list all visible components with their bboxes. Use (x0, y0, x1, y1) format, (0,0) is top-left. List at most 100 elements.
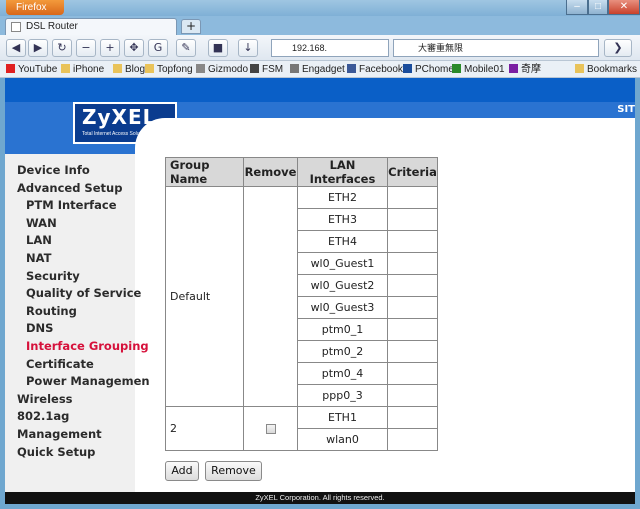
bookmark-label: Blog (125, 64, 146, 75)
bookmark-icon (61, 64, 70, 73)
remove-checkbox[interactable] (265, 424, 276, 434)
criteria-cell (387, 428, 438, 451)
back-icon[interactable]: ◀ (6, 39, 26, 57)
lan-interface-cell: wl0_Guest1 (297, 252, 388, 275)
lan-interface-cell: ptm0_4 (297, 362, 388, 385)
bookmark-icon (509, 64, 518, 73)
greasemonkey-icon[interactable]: ✎ (176, 39, 196, 57)
bookmark-label: FSM (262, 64, 284, 75)
router-page: ZyXEL Total Internet Access Solution SIT… (5, 78, 635, 504)
column-header-criteria: Criteria (387, 157, 438, 187)
more-tools-icon[interactable]: ❯ (604, 39, 632, 57)
sidebar-item-advanced-setup[interactable]: Advanced Setup (17, 181, 122, 195)
sidebar-item-interface-grouping[interactable]: Interface Grouping (26, 339, 149, 353)
footer-copyright: ZyXEL Corporation. All rights reserved. (5, 492, 635, 504)
lan-interface-cell: ETH3 (297, 208, 388, 231)
criteria-cell (387, 230, 438, 253)
bookmark-icon (113, 64, 122, 73)
remove-button[interactable]: Remove (205, 461, 262, 481)
addon-icon[interactable]: G (148, 39, 168, 57)
bookmark-item[interactable]: Facebook (347, 63, 403, 76)
bookmark-icon (6, 64, 15, 73)
lan-interface-cell: ETH2 (297, 186, 388, 209)
table-header-row: Group Name Remove LAN Interfaces Criteri… (165, 157, 438, 187)
bookmark-item[interactable]: PChome (403, 63, 454, 76)
new-tab-button[interactable]: + (181, 19, 201, 34)
lan-interface-cell: ptm0_2 (297, 340, 388, 363)
sidebar-item-ptm-interface[interactable]: PTM Interface (26, 198, 117, 212)
forward-icon[interactable]: ▶ (28, 39, 48, 57)
bookmark-icon (290, 64, 299, 73)
bookmark-item[interactable]: Bookmarks (575, 63, 637, 76)
search-input[interactable]: 大審重無限 (393, 39, 599, 57)
home-icon[interactable]: ✥ (124, 39, 144, 57)
bookmark-item[interactable]: Blog (113, 63, 145, 76)
lan-interface-cell: ETH1 (297, 406, 388, 429)
lan-interface-cell: ptm0_1 (297, 318, 388, 341)
reload-icon[interactable]: ↻ (52, 39, 72, 57)
minimize-button[interactable]: – (566, 0, 588, 15)
sidebar-item-wireless[interactable]: Wireless (17, 392, 73, 406)
lan-interface-cell: wl0_Guest3 (297, 296, 388, 319)
criteria-cell (387, 186, 438, 209)
bookmark-item[interactable]: Mobile01 (452, 63, 505, 76)
zoom-in-icon[interactable]: + (100, 39, 120, 57)
add-button[interactable]: Add (165, 461, 199, 481)
table-row: Default ETH2 (165, 186, 438, 407)
sidebar-item-wan[interactable]: WAN (26, 216, 57, 230)
bookmark-label: Bookmarks (587, 64, 638, 75)
close-button[interactable]: ✕ (608, 0, 640, 15)
sidebar-item-802-1ag[interactable]: 802.1ag (17, 409, 69, 423)
window-titlebar: Firefox – □ ✕ (0, 0, 640, 16)
remove-cell (243, 186, 298, 407)
sidebar-item-power-managemen[interactable]: Power Managemen (26, 374, 150, 388)
bookmark-item[interactable]: Topfong (145, 63, 193, 76)
criteria-cell (387, 296, 438, 319)
sidebar-item-management[interactable]: Management (17, 427, 102, 441)
firefox-menu-button[interactable]: Firefox (6, 0, 64, 15)
page-icon (11, 22, 21, 32)
bookmark-label: iPhone (73, 64, 105, 75)
criteria-cell (387, 274, 438, 297)
toolbar-icon[interactable]: ■ (208, 39, 228, 57)
bookmark-icon (403, 64, 412, 73)
url-input[interactable]: 192.168. (271, 39, 389, 57)
bookmark-label: Engadget (302, 64, 345, 75)
site-map-link[interactable]: SIT (617, 104, 635, 115)
column-header-remove: Remove (243, 157, 298, 187)
interface-grouping-table: Group Name Remove LAN Interfaces Criteri… (165, 157, 438, 451)
sidebar-item-quick-setup[interactable]: Quick Setup (17, 445, 95, 459)
bookmark-icon (145, 64, 154, 73)
download-icon[interactable]: ↓ (238, 39, 258, 57)
remove-cell (243, 406, 298, 451)
header-band (5, 78, 635, 102)
lan-interface-cell: wlan0 (297, 428, 388, 451)
bookmark-icon (196, 64, 205, 73)
sidebar-item-certificate[interactable]: Certificate (26, 357, 94, 371)
criteria-cell (387, 208, 438, 231)
sidebar-item-quality-of-service[interactable]: Quality of Service (26, 286, 141, 300)
bookmark-label: 奇摩 (521, 64, 541, 75)
bookmark-label: Gizmodo (208, 64, 249, 75)
bookmark-item[interactable]: iPhone (61, 63, 104, 76)
sidebar-item-lan[interactable]: LAN (26, 233, 52, 247)
bookmark-item[interactable]: YouTube (6, 63, 57, 76)
bookmark-item[interactable]: Engadget (290, 63, 345, 76)
bookmark-item[interactable]: FSM (250, 63, 283, 76)
zoom-out-icon[interactable]: − (76, 39, 96, 57)
sidebar-item-device-info[interactable]: Device Info (17, 163, 90, 177)
sidebar-item-dns[interactable]: DNS (26, 321, 53, 335)
bookmark-label: YouTube (18, 64, 58, 75)
maximize-button[interactable]: □ (588, 0, 608, 15)
lan-interface-cell: wl0_Guest2 (297, 274, 388, 297)
lan-interface-cell: ETH4 (297, 230, 388, 253)
bookmark-item[interactable]: Gizmodo (196, 63, 248, 76)
browser-tab[interactable]: DSL Router (5, 18, 177, 35)
sidebar-item-routing[interactable]: Routing (26, 304, 77, 318)
sidebar-menu: Device Info Advanced Setup PTM Interface WA… (5, 154, 150, 492)
sidebar-item-security[interactable]: Security (26, 269, 80, 283)
sidebar-item-nat[interactable]: NAT (26, 251, 51, 265)
bookmark-icon (452, 64, 461, 73)
bookmark-icon (347, 64, 356, 73)
bookmark-item[interactable]: 奇摩 (509, 63, 541, 76)
